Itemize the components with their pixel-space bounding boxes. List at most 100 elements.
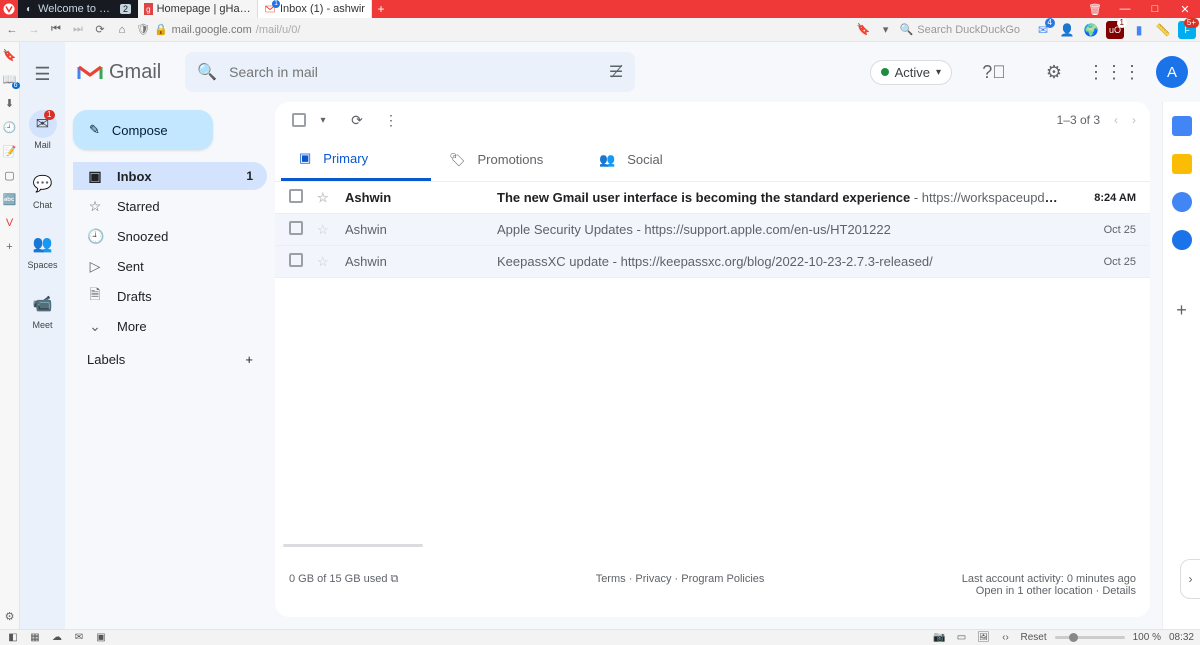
panel-reading-icon[interactable]: 📖6 bbox=[3, 72, 17, 86]
calendar-icon[interactable] bbox=[1172, 116, 1192, 136]
panel-add-icon[interactable]: + bbox=[3, 240, 17, 254]
ext-phonelink-icon[interactable]: ▮ bbox=[1130, 21, 1148, 39]
search-input[interactable] bbox=[229, 64, 597, 80]
zoom-slider[interactable] bbox=[1055, 636, 1125, 639]
sb-style-icon[interactable]: ◧ bbox=[6, 631, 20, 645]
row-checkbox[interactable] bbox=[289, 253, 305, 270]
add-label-icon[interactable]: + bbox=[245, 352, 253, 367]
panel-bookmarks-icon[interactable]: 🔖 bbox=[3, 48, 17, 62]
home-button[interactable]: ⌂ bbox=[114, 22, 130, 38]
ext-profile-icon[interactable]: 👤 bbox=[1058, 21, 1076, 39]
panel-notes-icon[interactable]: 📝 bbox=[3, 144, 17, 158]
nav-snoozed[interactable]: 🕘 Snoozed bbox=[73, 222, 267, 250]
select-dropdown-icon[interactable]: ▾ bbox=[313, 110, 333, 130]
panel-downloads-icon[interactable]: ⬇ bbox=[3, 96, 17, 110]
forward-button[interactable]: → bbox=[26, 22, 42, 38]
nav-inbox[interactable]: ▣ Inbox 1 bbox=[73, 162, 267, 190]
panel-window-icon[interactable]: ▢ bbox=[3, 168, 17, 182]
nav-starred[interactable]: ☆ Starred bbox=[73, 192, 267, 220]
rail-chat[interactable]: 💬 Chat bbox=[20, 166, 65, 214]
browser-search[interactable]: 🔍 Search DuckDuckGo bbox=[900, 23, 1020, 36]
sb-camera-icon[interactable]: 📷 bbox=[932, 631, 946, 645]
rail-meet[interactable]: 📹 Meet bbox=[20, 286, 65, 334]
star-icon[interactable]: ☆ bbox=[317, 190, 333, 206]
terms-link[interactable]: Terms bbox=[596, 573, 626, 585]
bookmark-icon[interactable]: 🔖 bbox=[856, 22, 872, 38]
hamburger-icon[interactable]: ☰ bbox=[23, 54, 63, 94]
details-link[interactable]: Details bbox=[1102, 585, 1136, 597]
ext-ublock-icon[interactable]: uO1 bbox=[1106, 21, 1124, 39]
url-display[interactable]: 🛡 🔒 mail.google.com/mail/u/0/ bbox=[136, 23, 300, 36]
help-icon[interactable]: ?⃝ bbox=[976, 54, 1012, 90]
nav-more[interactable]: ⌄ More bbox=[73, 312, 267, 340]
hide-panel-icon[interactable]: › bbox=[1180, 559, 1200, 599]
gmail-search[interactable]: 🔍 ☰̸ bbox=[185, 52, 635, 92]
more-icon[interactable]: ⋮ bbox=[381, 110, 401, 130]
chevron-down-icon[interactable]: ▾ bbox=[878, 22, 894, 38]
tasks-icon[interactable] bbox=[1172, 192, 1192, 212]
rewind-button[interactable]: ⏮ bbox=[48, 22, 64, 38]
pager-next-icon[interactable]: › bbox=[1132, 113, 1136, 127]
star-icon[interactable]: ☆ bbox=[317, 222, 333, 238]
search-options-icon[interactable]: ☰̸ bbox=[609, 62, 623, 82]
sb-sync-icon[interactable]: ☁ bbox=[50, 631, 64, 645]
ffwd-button[interactable]: ⏭ bbox=[70, 22, 86, 38]
rail-spaces[interactable]: 👥 Spaces bbox=[20, 226, 65, 274]
browser-sidepanel: 🔖 📖6 ⬇ 🕘 📝 ▢ 🔤 V + ⚙ bbox=[0, 42, 20, 629]
privacy-link[interactable]: Privacy bbox=[635, 573, 671, 585]
mail-pane: ▾ ⟳ ⋮ 1–3 of 3 ‹ › ▣ Primary bbox=[275, 102, 1150, 617]
contacts-icon[interactable] bbox=[1172, 230, 1192, 250]
pager-prev-icon[interactable]: ‹ bbox=[1114, 113, 1118, 127]
row-checkbox[interactable] bbox=[289, 189, 305, 206]
account-avatar[interactable]: A bbox=[1156, 56, 1188, 88]
maximize-button[interactable]: □ bbox=[1140, 0, 1170, 18]
nav-drafts[interactable]: 🗎 Drafts bbox=[73, 282, 267, 310]
panel-translate-icon[interactable]: 🔤 bbox=[3, 192, 17, 206]
close-button[interactable]: ✕ bbox=[1170, 0, 1200, 18]
tab-primary[interactable]: ▣ Primary bbox=[281, 138, 431, 181]
panel-settings-icon[interactable]: ⚙ bbox=[3, 609, 17, 623]
tab-social[interactable]: 👥 Social bbox=[581, 138, 731, 181]
tab-steam[interactable]: ◐ Welcome to Steam 2 bbox=[18, 0, 138, 18]
settings-icon[interactable]: ⚙ bbox=[1036, 54, 1072, 90]
nav-sent[interactable]: ▷ Sent bbox=[73, 252, 267, 280]
reload-button[interactable]: ⟳ bbox=[92, 22, 108, 38]
zoom-reset[interactable]: Reset bbox=[1020, 632, 1046, 643]
mail-row[interactable]: ☆ Ashwin KeepassXC update - https://keep… bbox=[275, 246, 1150, 278]
select-all-checkbox[interactable] bbox=[289, 110, 309, 130]
sb-code-icon[interactable]: ‹› bbox=[998, 631, 1012, 645]
apps-icon[interactable]: ⋮⋮⋮ bbox=[1096, 54, 1132, 90]
sb-image-icon[interactable]: 🖼 bbox=[976, 631, 990, 645]
keep-icon[interactable] bbox=[1172, 154, 1192, 174]
panel-vivaldi-icon[interactable]: V bbox=[3, 216, 17, 230]
sb-device-icon[interactable]: ▭ bbox=[954, 631, 968, 645]
trash-button[interactable]: 🗑 bbox=[1080, 0, 1110, 18]
mail-row[interactable]: ☆ Ashwin The new Gmail user interface is… bbox=[275, 182, 1150, 214]
tab-promotions[interactable]: 🏷 Promotions bbox=[431, 138, 581, 181]
minimize-button[interactable]: — bbox=[1110, 0, 1140, 18]
ext-mail-icon[interactable]: ✉4 bbox=[1034, 21, 1052, 39]
open-icon[interactable]: ⧉ bbox=[391, 573, 399, 585]
new-tab-button[interactable]: + bbox=[374, 2, 388, 16]
tab-ghacks[interactable]: g Homepage | gHacks Techn bbox=[138, 0, 258, 18]
vivaldi-icon[interactable] bbox=[0, 0, 18, 18]
gmail-logo[interactable]: Gmail bbox=[77, 61, 161, 84]
ext-feed-icon[interactable]: F5+ bbox=[1178, 21, 1196, 39]
policies-link[interactable]: Program Policies bbox=[681, 573, 764, 585]
add-panel-icon[interactable]: + bbox=[1176, 300, 1187, 321]
back-button[interactable]: ← bbox=[4, 22, 20, 38]
star-icon[interactable]: ☆ bbox=[317, 254, 333, 270]
refresh-icon[interactable]: ⟳ bbox=[347, 110, 367, 130]
ext-ruler-icon[interactable]: 📏 bbox=[1154, 21, 1172, 39]
mail-row[interactable]: ☆ Ashwin Apple Security Updates - https:… bbox=[275, 214, 1150, 246]
tab-gmail-active[interactable]: 1 Inbox (1) - ashwir bbox=[258, 0, 372, 18]
compose-button[interactable]: ✎ Compose bbox=[73, 110, 213, 150]
status-chip[interactable]: Active ▾ bbox=[870, 60, 952, 85]
sb-tiling-icon[interactable]: ▦ bbox=[28, 631, 42, 645]
rail-mail[interactable]: ✉1 Mail bbox=[20, 106, 65, 154]
sb-mail-icon[interactable]: ✉ bbox=[72, 631, 86, 645]
panel-history-icon[interactable]: 🕘 bbox=[3, 120, 17, 134]
row-checkbox[interactable] bbox=[289, 221, 305, 238]
ext-earth-icon[interactable]: 🌍 bbox=[1082, 21, 1100, 39]
sb-capture-icon[interactable]: ▣ bbox=[94, 631, 108, 645]
